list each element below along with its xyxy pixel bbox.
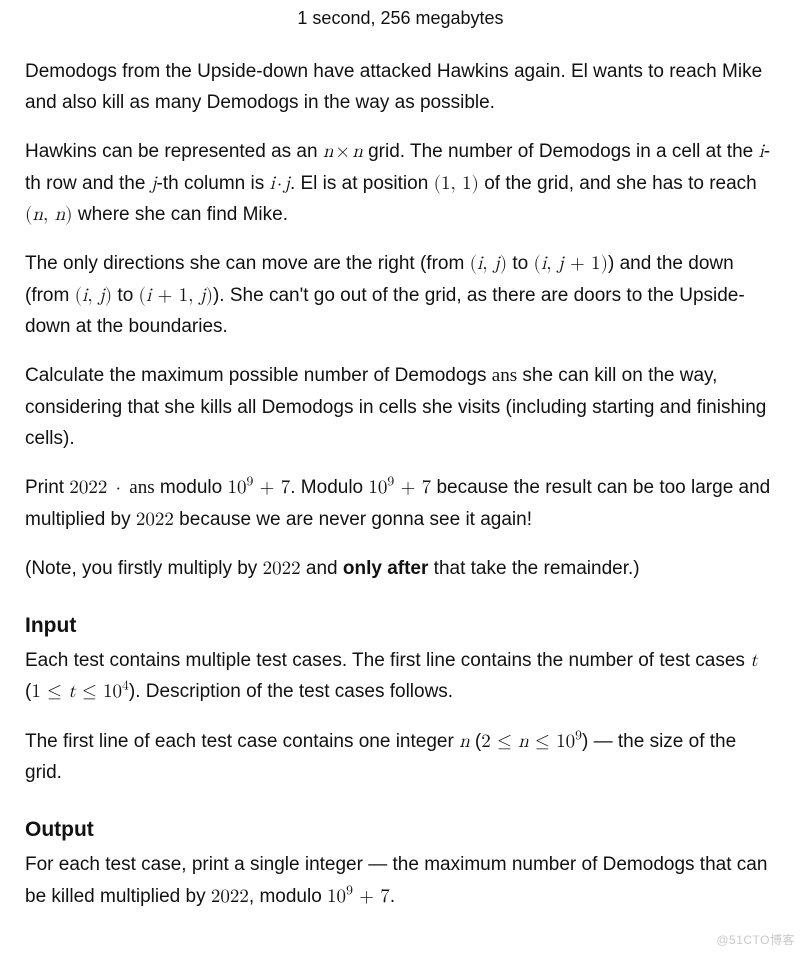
text: because we are never gonna see it again! — [174, 509, 532, 530]
math-mod-2: 109 + 7 — [368, 478, 431, 497]
n: n — [518, 732, 529, 751]
text: grid. The number of Demodogs in a cell a… — [363, 141, 759, 162]
paren: ( — [139, 286, 146, 305]
n: n — [323, 142, 334, 161]
math-2022-ans: 2022 · ans — [69, 478, 154, 497]
math-nxn: n×n — [323, 142, 363, 161]
plus7: + 7 — [353, 887, 390, 906]
math-i-dot-j: i·j — [270, 174, 290, 193]
comma: , — [87, 286, 99, 305]
comma: , — [43, 205, 55, 224]
text: Hawkins can be represented as an — [25, 141, 323, 162]
paren: ( — [534, 254, 541, 273]
base: 10 — [368, 478, 387, 497]
text: , modulo — [249, 886, 327, 907]
math-2022: 2022 — [136, 510, 174, 529]
dot: · — [275, 174, 284, 193]
paragraph-moves: The only directions she can move are the… — [25, 248, 776, 342]
text: -th column is — [157, 173, 270, 194]
math-i1-j: (i + 1, j) — [139, 286, 213, 305]
times: × — [333, 142, 352, 161]
paren: ) — [206, 286, 213, 305]
paren: ( — [75, 286, 82, 305]
paren: ( — [470, 254, 477, 273]
n: n — [55, 205, 66, 224]
paragraph-note: (Note, you firstly multiply by 2022 and … — [25, 553, 776, 584]
math-i-j1: (i, j + 1) — [534, 254, 608, 273]
text: Demodogs from the Upside-down have attac… — [25, 61, 762, 113]
text: . — [390, 886, 395, 907]
comma: , — [482, 254, 494, 273]
ans: ans — [129, 477, 154, 498]
math-n-n: (n, n) — [25, 205, 73, 224]
paragraph-calculate: Calculate the maximum possible number of… — [25, 360, 776, 454]
base: 10 — [327, 887, 346, 906]
paren: ) — [500, 254, 507, 273]
text: to — [112, 285, 138, 306]
watermark: @51CTO博客 — [716, 931, 795, 951]
text: (Note, you firstly multiply by — [25, 558, 263, 579]
paren: ) — [601, 254, 608, 273]
upper-base: ≤ 10 — [529, 732, 575, 751]
text: . Modulo — [290, 477, 368, 498]
math-mod: 109 + 7 — [327, 887, 390, 906]
paragraph-print: Print 2022 · ans modulo 109 + 7. Modulo … — [25, 472, 776, 535]
math-ij-2: (i, j) — [75, 286, 113, 305]
text: of the grid, and she has to reach — [479, 173, 757, 194]
text: and — [301, 558, 343, 579]
text: ( — [470, 731, 482, 752]
text: modulo — [155, 477, 228, 498]
paren: ) — [65, 205, 72, 224]
math-n: n — [459, 732, 470, 751]
text: . El is at position — [290, 173, 434, 194]
text: where she can find Mike. — [73, 204, 288, 225]
plus7: + 7 — [394, 478, 431, 497]
plus1: + 1 — [564, 254, 601, 273]
output-para-1: For each test case, print a single integ… — [25, 849, 776, 912]
dot: · — [107, 478, 129, 497]
math-ans: ans — [492, 365, 517, 386]
plus7: + 7 — [253, 478, 290, 497]
text: The only directions she can move are the… — [25, 253, 470, 274]
input-para-1: Each test contains multiple test cases. … — [25, 645, 776, 708]
heading-input: Input — [25, 609, 776, 644]
lower: 1 ≤ — [31, 682, 68, 701]
heading-output: Output — [25, 813, 776, 848]
bold-only-after: only after — [343, 558, 429, 579]
base: 10 — [227, 478, 246, 497]
plus1: + 1 — [151, 286, 188, 305]
text: ). Description of the test cases follows… — [129, 681, 453, 702]
math-1-1: (1, 1) — [434, 174, 479, 193]
comma: , — [188, 286, 200, 305]
paragraph-intro: Demodogs from the Upside-down have attac… — [25, 56, 776, 119]
text: that take the remainder.) — [428, 558, 639, 579]
math-ij: (i, j) — [470, 254, 508, 273]
input-para-2: The first line of each test case contain… — [25, 726, 776, 789]
t: t — [68, 682, 75, 701]
n: n — [352, 142, 363, 161]
math-mod-1: 109 + 7 — [227, 478, 290, 497]
limits-line: 1 second, 256 megabytes — [25, 0, 776, 38]
math-t-range: 1 ≤ t ≤ 104 — [31, 682, 129, 701]
math-t: t — [750, 651, 757, 670]
text: The first line of each test case contain… — [25, 731, 459, 752]
exp: 9 — [346, 883, 353, 897]
text: For each test case, print a single integ… — [25, 854, 767, 906]
exp: 4 — [122, 679, 129, 693]
text: Print — [25, 477, 69, 498]
upper-base: ≤ 10 — [76, 682, 122, 701]
math-2022: 2022 — [211, 887, 249, 906]
n: n — [32, 205, 43, 224]
text: Calculate the maximum possible number of… — [25, 365, 492, 386]
text: to — [507, 253, 533, 274]
num: 2022 — [69, 478, 107, 497]
exp: 9 — [575, 728, 582, 742]
text: Each test contains multiple test cases. … — [25, 650, 750, 671]
math-2022: 2022 — [263, 559, 301, 578]
math-n-range: 2 ≤ n ≤ 109 — [481, 732, 582, 751]
lower: 2 ≤ — [481, 732, 518, 751]
paragraph-grid: Hawkins can be represented as an n×n gri… — [25, 136, 776, 230]
comma: , — [546, 254, 558, 273]
